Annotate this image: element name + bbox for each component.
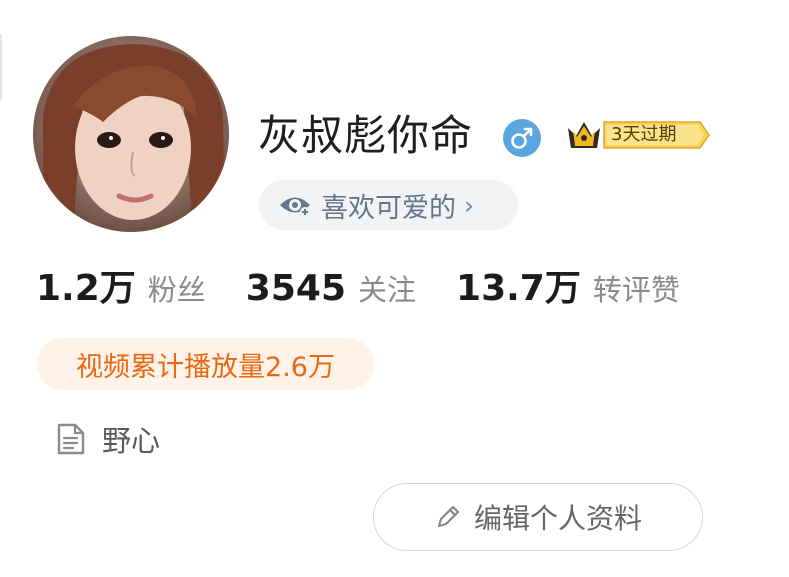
stat-label: 关注 [358, 273, 417, 307]
edit-profile-label: 编辑个人资料 [473, 502, 642, 535]
edit-profile-button[interactable]: 编辑个人资料 [373, 483, 703, 551]
stat-value: 1.2万 [36, 268, 136, 309]
document-icon [57, 423, 85, 455]
stat-engagement[interactable]: 13.7万 转评赞 [456, 259, 680, 311]
eye-icon [280, 197, 310, 217]
left-edge-divider [0, 34, 2, 100]
stat-label: 粉丝 [147, 273, 206, 307]
avatar[interactable] [33, 36, 229, 232]
stat-value: 3545 [245, 268, 346, 309]
vip-expiry-label: 3天过期 [611, 124, 677, 145]
interest-tag[interactable]: 喜欢可爱的 › [259, 180, 518, 230]
video-plays-badge[interactable]: 视频累计播放量2.6万 [37, 338, 374, 390]
stat-following[interactable]: 3545 关注 [246, 267, 416, 309]
interest-tag-label: 喜欢可爱的 [321, 192, 456, 224]
stats-row: 1.2万 粉丝 3545 关注 13.7万 转评赞 [36, 259, 680, 311]
stat-label: 转评赞 [592, 273, 680, 307]
chevron-right-icon: › [464, 190, 474, 220]
pencil-icon [437, 505, 460, 528]
profile-name: 灰叔彪你命 [258, 111, 474, 160]
bio-text: 野心 [102, 424, 161, 458]
stat-followers[interactable]: 1.2万 粉丝 [36, 259, 206, 311]
stat-value: 13.7万 [456, 268, 581, 309]
video-plays-text: 视频累计播放量2.6万 [76, 351, 335, 383]
male-icon [503, 119, 541, 157]
bio-row: 野心 [56, 418, 160, 460]
avatar-photo [33, 36, 229, 232]
